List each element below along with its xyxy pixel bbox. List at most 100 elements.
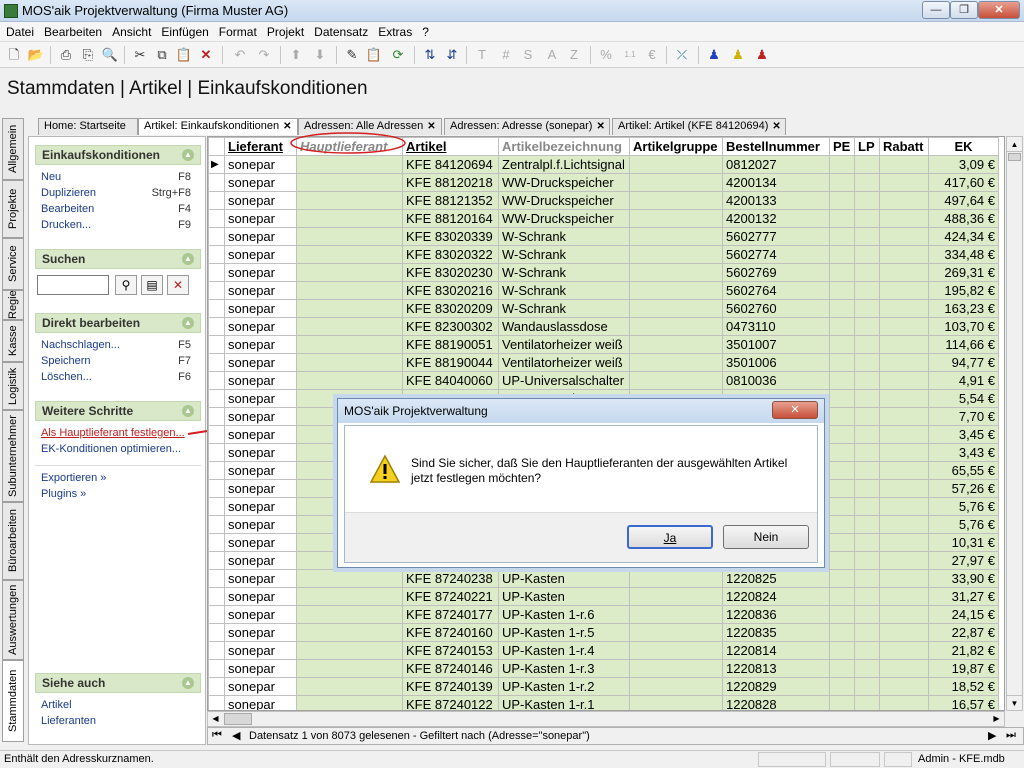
table-cell[interactable]: 4200133 (722, 191, 830, 210)
table-cell[interactable]: KFE 83020216 (402, 281, 499, 300)
table-cell[interactable] (879, 497, 929, 516)
table-cell[interactable]: KFE 87240221 (402, 587, 499, 606)
table-cell[interactable]: UP-Kasten (498, 569, 630, 588)
table-cell[interactable] (829, 335, 855, 354)
table-cell[interactable]: sonepar (224, 245, 297, 264)
horizontal-scrollbar[interactable]: ◀ ▶ (207, 711, 1005, 727)
table-cell[interactable] (879, 551, 929, 570)
vtab-kasse[interactable]: Kasse (2, 320, 24, 362)
row-selector[interactable] (208, 245, 225, 264)
table-row[interactable]: sonepar KFE 83020230 W-Schrank 5602769 269,3… (208, 263, 999, 282)
row-selector[interactable] (208, 605, 225, 624)
table-cell[interactable] (296, 695, 403, 710)
table-cell[interactable]: sonepar (224, 515, 297, 534)
table-cell[interactable] (879, 245, 929, 264)
table-cell[interactable] (629, 299, 723, 318)
menu-ansicht[interactable]: Ansicht (106, 22, 155, 39)
row-selector[interactable] (208, 533, 225, 552)
column-header[interactable]: Lieferant (224, 137, 297, 156)
menu-extras[interactable]: Extras (372, 22, 416, 39)
menu-format[interactable]: Format (213, 22, 261, 39)
table-cell[interactable] (296, 659, 403, 678)
table-cell[interactable] (854, 677, 880, 696)
table-cell[interactable]: KFE 82300302 (402, 317, 499, 336)
table-cell[interactable]: 5602774 (722, 245, 830, 264)
row-selector[interactable] (208, 443, 225, 462)
table-cell[interactable]: KFE 87240160 (402, 623, 499, 642)
column-header[interactable]: Bestellnummer (722, 137, 830, 156)
table-row[interactable]: sonepar KFE 87240221 UP-Kasten 1220824 31,27… (208, 587, 999, 606)
table-cell[interactable]: sonepar (224, 587, 297, 606)
table-cell[interactable] (296, 677, 403, 696)
row-selector[interactable] (208, 209, 225, 228)
table-cell[interactable] (854, 407, 880, 426)
table-cell[interactable] (879, 281, 929, 300)
table-cell[interactable] (854, 569, 880, 588)
table-cell[interactable]: 4200134 (722, 173, 830, 192)
filter-list-icon[interactable]: ▤ (141, 275, 163, 295)
new-file-icon[interactable]: 🗋 (4, 45, 24, 65)
table-cell[interactable]: UP-Kasten 1-r.3 (498, 659, 630, 678)
row-selector[interactable] (208, 515, 225, 534)
link-lieferanten[interactable]: Lieferanten (35, 715, 201, 731)
table-cell[interactable] (829, 281, 855, 300)
table-cell[interactable] (879, 443, 929, 462)
delete-icon[interactable]: ✕ (196, 45, 216, 65)
chevron-up-icon[interactable]: ▲ (182, 149, 194, 161)
table-cell[interactable]: 94,77 € (928, 353, 999, 372)
sort-ascending-icon[interactable]: ⇅ (420, 45, 440, 65)
table-cell[interactable]: KFE 87240139 (402, 677, 499, 696)
action-ek-optimieren[interactable]: EK-Konditionen optimieren... (35, 443, 201, 459)
yes-button[interactable]: Ja (627, 525, 713, 549)
table-cell[interactable] (829, 299, 855, 318)
row-selector[interactable] (208, 659, 225, 678)
table-cell[interactable] (854, 479, 880, 498)
action-bearbeiten[interactable]: Bearbeiten F4 (35, 203, 201, 219)
row-selector[interactable] (208, 641, 225, 660)
table-cell[interactable] (879, 155, 929, 174)
table-row[interactable]: sonepar KFE 83020339 W-Schrank 5602777 424,3… (208, 227, 999, 246)
move-down-icon[interactable]: ⬇ (310, 45, 330, 65)
table-cell[interactable]: sonepar (224, 533, 297, 552)
table-cell[interactable] (854, 227, 880, 246)
table-cell[interactable]: 497,64 € (928, 191, 999, 210)
row-selector[interactable] (208, 299, 225, 318)
user-red-icon[interactable]: ♟ (752, 45, 772, 65)
table-cell[interactable]: 3501006 (722, 353, 830, 372)
table-cell[interactable]: KFE 88120164 (402, 209, 499, 228)
table-cell[interactable] (854, 533, 880, 552)
table-cell[interactable] (879, 677, 929, 696)
action-drucken[interactable]: Drucken... F9 (35, 219, 201, 235)
scroll-thumb[interactable] (1008, 153, 1021, 161)
vtab-stammdaten[interactable]: Stammdaten (2, 660, 24, 742)
chevron-up-icon[interactable]: ▲ (182, 317, 194, 329)
s-icon[interactable]: S (518, 45, 538, 65)
row-selector[interactable] (208, 569, 225, 588)
z-icon[interactable]: Z (564, 45, 584, 65)
table-cell[interactable] (879, 533, 929, 552)
table-cell[interactable]: sonepar (224, 425, 297, 444)
row-selector[interactable] (208, 173, 225, 192)
table-row[interactable]: sonepar KFE 83020216 W-Schrank 5602764 195,8… (208, 281, 999, 300)
table-cell[interactable]: sonepar (224, 227, 297, 246)
table-cell[interactable]: 27,97 € (928, 551, 999, 570)
table-cell[interactable] (629, 677, 723, 696)
table-cell[interactable]: W-Schrank (498, 245, 630, 264)
chart-icon[interactable]: ⤫ (672, 45, 692, 65)
user-blue-icon[interactable]: ♟ (704, 45, 724, 65)
table-cell[interactable] (296, 191, 403, 210)
scroll-right-icon[interactable]: ▶ (989, 712, 1004, 726)
table-cell[interactable] (879, 659, 929, 678)
table-cell[interactable]: sonepar (224, 299, 297, 318)
row-selector[interactable] (208, 317, 225, 336)
hash-icon[interactable]: # (496, 45, 516, 65)
section-header[interactable]: Siehe auch ▲ (35, 673, 201, 693)
table-cell[interactable] (829, 569, 855, 588)
table-cell[interactable] (879, 461, 929, 480)
close-button[interactable]: ✕ (978, 1, 1020, 19)
table-cell[interactable] (629, 371, 723, 390)
table-cell[interactable]: 417,60 € (928, 173, 999, 192)
close-tab-icon[interactable]: ✕ (427, 121, 435, 132)
row-selector[interactable] (208, 461, 225, 480)
action-speichern[interactable]: Speichern F7 (35, 355, 201, 371)
